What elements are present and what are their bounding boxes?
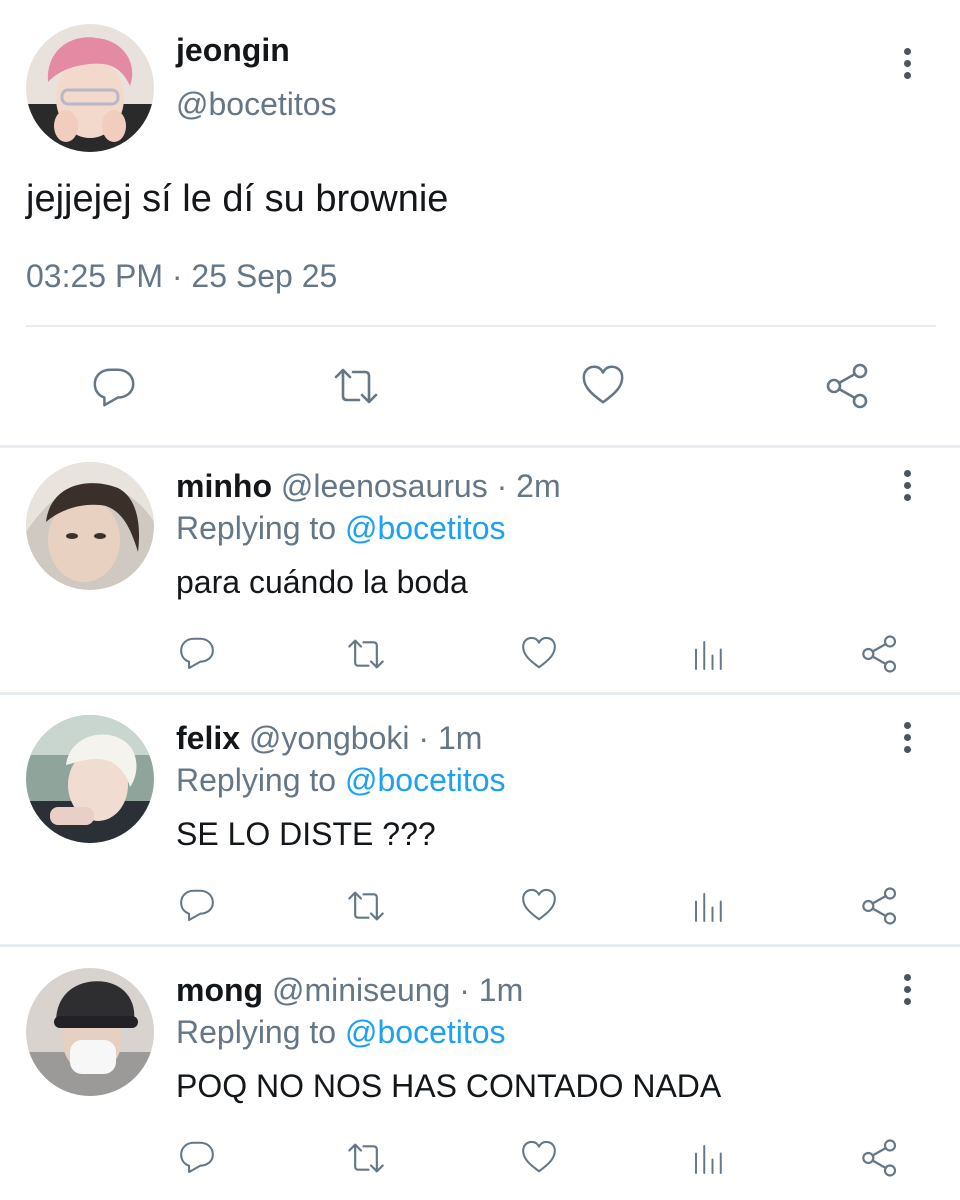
user-handle[interactable]: @miniseung — [272, 972, 450, 1008]
share-icon[interactable] — [824, 362, 872, 410]
retweet-icon[interactable] — [344, 634, 388, 674]
display-name[interactable]: minho — [176, 468, 272, 504]
reply-text: para cuándo la boda — [176, 564, 468, 600]
more-options-icon[interactable] — [902, 470, 912, 504]
replying-to: Replying to @bocetitos — [176, 510, 506, 547]
retweet-icon[interactable] — [344, 1138, 388, 1178]
divider — [26, 325, 936, 327]
more-options-icon[interactable] — [902, 974, 912, 1008]
relative-time: 1m — [437, 720, 483, 756]
reply-icon[interactable] — [178, 886, 216, 924]
replying-to-label: Replying to — [176, 1014, 337, 1050]
avatar[interactable] — [26, 968, 154, 1096]
tweet-timestamp: 03:25 PM · 25 Sep 25 — [26, 258, 337, 295]
tweet-time: 03:25 PM — [26, 258, 163, 294]
analytics-icon[interactable] — [690, 888, 726, 924]
analytics-icon[interactable] — [690, 1140, 726, 1176]
tweet-text: jejjejej sí le dí su brownie — [26, 178, 449, 220]
reply-icon[interactable] — [91, 364, 137, 410]
like-icon[interactable] — [520, 886, 558, 924]
display-name[interactable]: jeongin — [176, 32, 290, 69]
replying-to-handle[interactable]: @bocetitos — [345, 1014, 506, 1050]
avatar[interactable] — [26, 462, 154, 590]
time-separator: · — [496, 468, 508, 504]
replying-to-label: Replying to — [176, 510, 337, 546]
reply-icon[interactable] — [178, 634, 216, 672]
separator — [0, 944, 960, 947]
share-icon[interactable] — [860, 886, 900, 926]
like-icon[interactable] — [520, 634, 558, 672]
avatar[interactable] — [26, 24, 154, 152]
retweet-icon[interactable] — [344, 886, 388, 926]
user-handle[interactable]: @bocetitos — [176, 86, 337, 123]
replying-to: Replying to @bocetitos — [176, 1014, 506, 1051]
display-name[interactable]: felix — [176, 720, 240, 756]
time-separator: · — [418, 720, 430, 756]
user-handle[interactable]: @leenosaurus — [281, 468, 488, 504]
display-name[interactable]: mong — [176, 972, 263, 1008]
more-options-icon[interactable] — [902, 722, 912, 756]
reply-header: minho @leenosaurus · 2m — [176, 468, 561, 505]
more-options-icon[interactable] — [902, 48, 912, 82]
avatar[interactable] — [26, 715, 154, 843]
reply-text: SE LO DISTE ??? — [176, 816, 436, 852]
analytics-icon[interactable] — [690, 636, 726, 672]
like-icon[interactable] — [580, 362, 626, 408]
retweet-icon[interactable] — [330, 362, 382, 410]
replying-to-handle[interactable]: @bocetitos — [345, 762, 506, 798]
replying-to: Replying to @bocetitos — [176, 762, 506, 799]
user-handle[interactable]: @yongboki — [249, 720, 410, 756]
tweet-date: 25 Sep 25 — [191, 258, 338, 294]
relative-time: 2m — [516, 468, 561, 504]
time-separator: · — [459, 972, 470, 1008]
timestamp-separator: · — [171, 258, 183, 294]
reply-header: mong @miniseung · 1m — [176, 972, 523, 1009]
reply-icon[interactable] — [178, 1138, 216, 1176]
reply-text: POQ NO NOS HAS CONTADO NADA — [176, 1068, 722, 1104]
reply-header: felix @yongboki · 1m — [176, 720, 482, 757]
replying-to-handle[interactable]: @bocetitos — [345, 510, 506, 546]
relative-time: 1m — [478, 972, 524, 1008]
share-icon[interactable] — [860, 1138, 900, 1178]
separator — [0, 692, 960, 695]
separator — [0, 445, 960, 448]
share-icon[interactable] — [860, 634, 900, 674]
like-icon[interactable] — [520, 1138, 558, 1176]
replying-to-label: Replying to — [176, 762, 337, 798]
